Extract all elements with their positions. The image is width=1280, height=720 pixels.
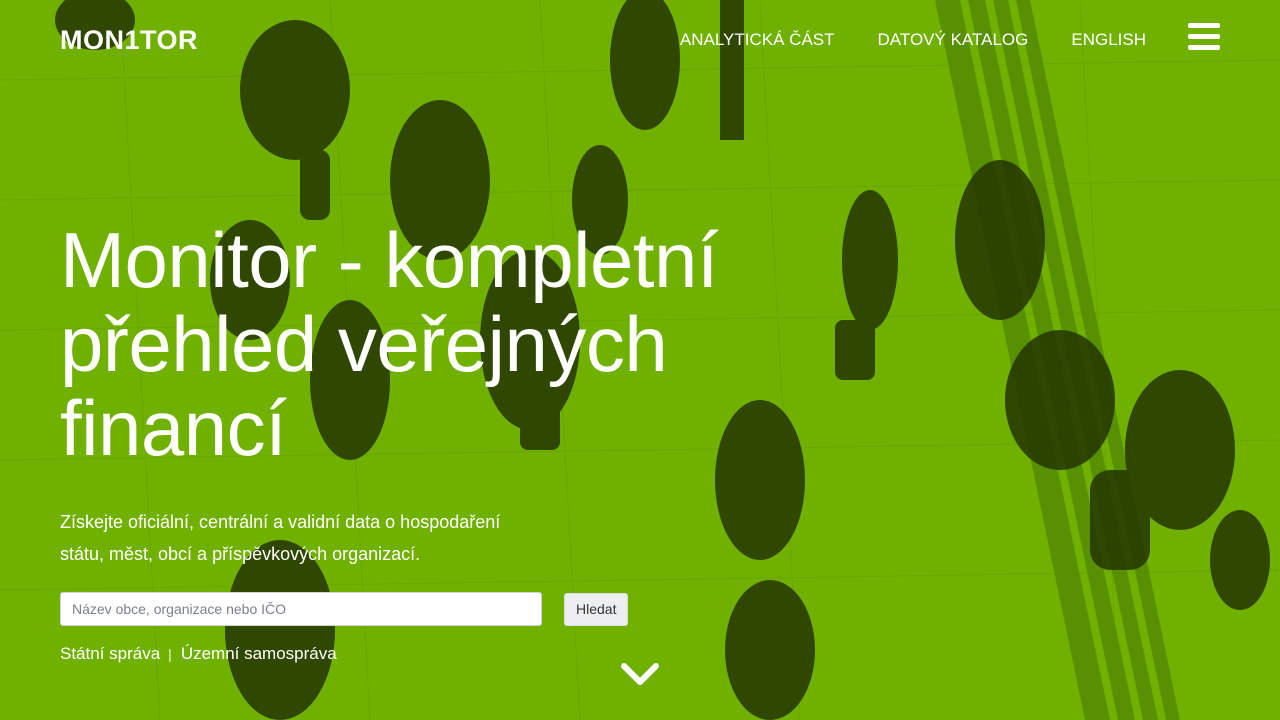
search-button[interactable]: Hledat (564, 592, 629, 626)
monitor-logo[interactable]: MON1TOR (60, 24, 198, 56)
search-form: Hledat (60, 592, 629, 626)
link-uzemni-samosprava[interactable]: Územní samospráva (181, 642, 337, 666)
search-input[interactable] (60, 592, 542, 626)
hamburger-menu-icon[interactable] (1186, 23, 1222, 55)
menu-bar-top (1188, 23, 1220, 28)
main-nav: ANALYTICKÁ ČÁST DATOVÝ KATALOG ENGLISH (680, 28, 1146, 52)
nav-link-datovy-katalog[interactable]: DATOVÝ KATALOG (878, 28, 1029, 52)
nav-link-english[interactable]: ENGLISH (1071, 28, 1146, 52)
hero-subtitle: Získejte oficiální, centrální a validní … (60, 512, 501, 564)
top-navigation-bar: MON1TOR ANALYTICKÁ ČÁST DATOVÝ KATALOG E… (0, 0, 1280, 80)
link-statni-sprava[interactable]: Státní správa (60, 642, 160, 666)
hero-title: Monitor - kompletní přehled veřejných fi… (60, 216, 719, 472)
menu-bar-middle (1188, 34, 1220, 39)
menu-bar-bottom (1188, 45, 1220, 50)
link-separator: | (168, 646, 172, 662)
quick-links: Státní správa | Územní samospráva (60, 642, 337, 666)
hero-section: MON1TOR ANALYTICKÁ ČÁST DATOVÝ KATALOG E… (0, 0, 1280, 720)
chevron-down-icon[interactable] (620, 660, 660, 692)
nav-link-analyticka-cast[interactable]: ANALYTICKÁ ČÁST (680, 28, 835, 52)
